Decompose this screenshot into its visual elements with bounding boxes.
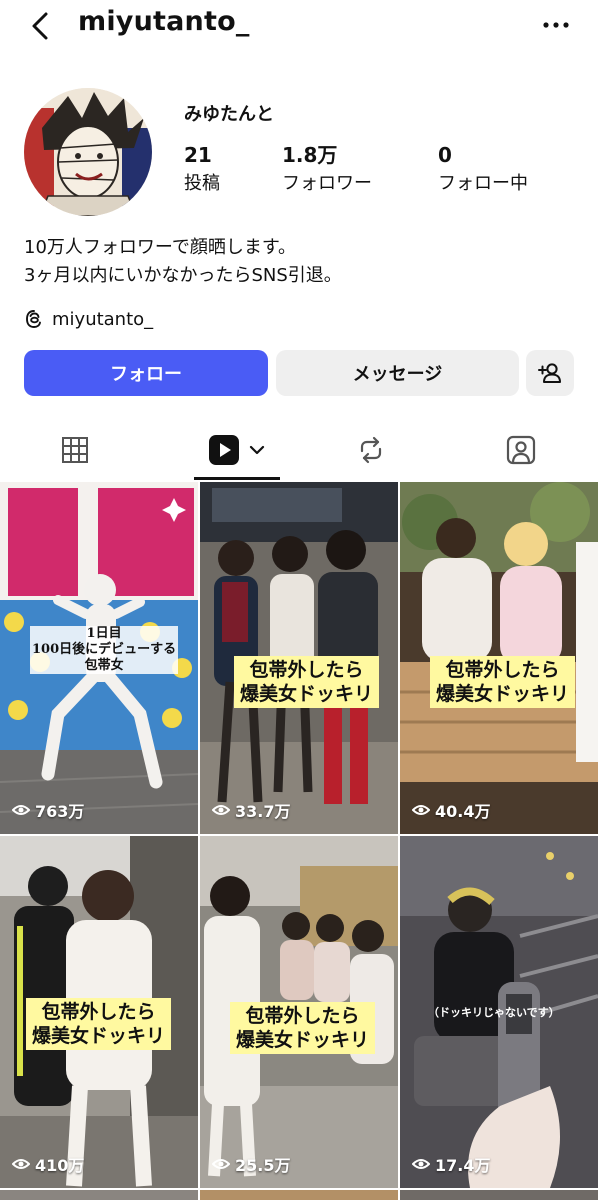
reel-tile[interactable] [200, 1190, 398, 1200]
stat-following-label: フォロー中 [438, 173, 528, 194]
caption-line: 包帯外したら [249, 659, 364, 681]
active-tab-indicator [194, 477, 280, 480]
caption-line: 爆美女ドッキリ [32, 1025, 166, 1047]
reel-tile[interactable] [400, 1190, 598, 1200]
view-count-text: 763万 [35, 802, 85, 821]
back-arrow-icon[interactable] [26, 8, 56, 44]
bio-line: 3ヶ月以内にいかなかったらSNS引退。 [24, 265, 342, 286]
threads-icon [26, 310, 41, 328]
stat-following-count: 0 [438, 143, 452, 167]
view-count: 25.5万 [212, 1152, 290, 1176]
reel-tile[interactable] [0, 1190, 198, 1200]
chevron-down-icon [249, 445, 265, 455]
message-button[interactable]: メッセージ [276, 350, 519, 396]
caption-line: 爆美女ドッキリ [236, 1029, 370, 1051]
profile-tabs [0, 420, 598, 482]
profile-username: miyutanto_ [78, 6, 250, 37]
stat-followers-label: フォロワー [282, 173, 372, 194]
eye-icon [212, 1159, 230, 1169]
caption-line: 包帯外したら [41, 1001, 156, 1023]
threads-handle: miyutanto_ [52, 308, 154, 330]
reel-tile[interactable]: 包帯外したら 爆美女ドッキリ 33.7万 [200, 482, 398, 834]
caption-day: 1日目 [86, 626, 122, 641]
reel-caption: 包帯外したら 爆美女ドッキリ [234, 656, 380, 708]
view-count: 40.4万 [412, 798, 490, 822]
more-options-icon[interactable] [540, 12, 572, 38]
view-count: 763万 [12, 798, 84, 822]
eye-icon [12, 805, 30, 815]
profile-bio: 10万人フォロワーで顔晒します。 3ヶ月以内にいかなかったらSNS引退。 [24, 234, 342, 290]
stat-posts[interactable]: 21 投稿 [184, 142, 220, 197]
view-count: 410万 [12, 1152, 84, 1176]
reel-caption: 1日目 100日後にデビューする 包帯女 [30, 626, 179, 674]
stat-followers-count: 1.8万 [282, 143, 338, 167]
caption-line: 包帯外したら [445, 659, 560, 681]
tab-reposts[interactable] [326, 420, 416, 480]
view-count-text: 410万 [35, 1156, 85, 1175]
suggest-users-button[interactable] [526, 350, 574, 396]
bio-line: 10万人フォロワーで顔晒します。 [24, 237, 297, 258]
view-count-text: 25.5万 [235, 1156, 291, 1175]
tab-posts[interactable] [30, 420, 120, 480]
caption-line: 包帯外したら [245, 1005, 360, 1027]
tab-tagged[interactable] [476, 420, 566, 480]
tagged-user-icon [506, 435, 536, 465]
reel-tile[interactable]: 1日目 100日後にデビューする 包帯女 763万 [0, 482, 198, 834]
eye-icon [12, 1159, 30, 1169]
reels-grid: 1日目 100日後にデビューする 包帯女 763万 包帯外したら 爆美女ドッキリ… [0, 482, 598, 1200]
top-bar: miyutanto_ [0, 0, 598, 56]
reel-tile[interactable]: 包帯外したら 爆美女ドッキリ 40.4万 [400, 482, 598, 834]
view-count-text: 17.4万 [435, 1156, 491, 1175]
grid-icon [62, 437, 88, 463]
stat-posts-label: 投稿 [184, 173, 220, 194]
eye-icon [212, 805, 230, 815]
reels-icon [209, 435, 239, 465]
view-count: 17.4万 [412, 1152, 490, 1176]
stat-followers[interactable]: 1.8万 フォロワー [282, 142, 372, 197]
threads-link[interactable]: miyutanto_ [24, 305, 153, 333]
repost-icon [360, 436, 382, 464]
caption-line: 爆美女ドッキリ [436, 683, 570, 705]
display-name: みゆたんと [184, 104, 274, 125]
reel-caption: 包帯外したら 爆美女ドッキリ [26, 998, 172, 1050]
caption-line: 包帯女 [84, 658, 124, 673]
reel-caption: 包帯外したら 爆美女ドッキリ [430, 656, 576, 708]
reel-tile[interactable]: 包帯外したら 爆美女ドッキリ 410万 [0, 836, 198, 1188]
add-person-icon [538, 363, 561, 383]
reel-tile[interactable]: 包帯外したら 爆美女ドッキリ 25.5万 [200, 836, 398, 1188]
reel-subtitle: （ドッキリじゃないです） [428, 1006, 560, 1019]
tab-reels[interactable] [194, 420, 280, 480]
reel-caption: 包帯外したら 爆美女ドッキリ [230, 1002, 376, 1054]
caption-line: 100日後にデビューする [32, 642, 177, 657]
reel-tile[interactable]: （ドッキリじゃないです） 17.4万 [400, 836, 598, 1188]
avatar[interactable] [24, 88, 152, 216]
stat-posts-count: 21 [184, 143, 212, 167]
eye-icon [412, 1159, 430, 1169]
follow-button[interactable]: フォロー [24, 350, 268, 396]
eye-icon [412, 805, 430, 815]
view-count-text: 33.7万 [235, 802, 291, 821]
caption-line: 爆美女ドッキリ [240, 683, 374, 705]
view-count-text: 40.4万 [435, 802, 491, 821]
stat-following[interactable]: 0 フォロー中 [438, 142, 528, 197]
view-count: 33.7万 [212, 798, 290, 822]
